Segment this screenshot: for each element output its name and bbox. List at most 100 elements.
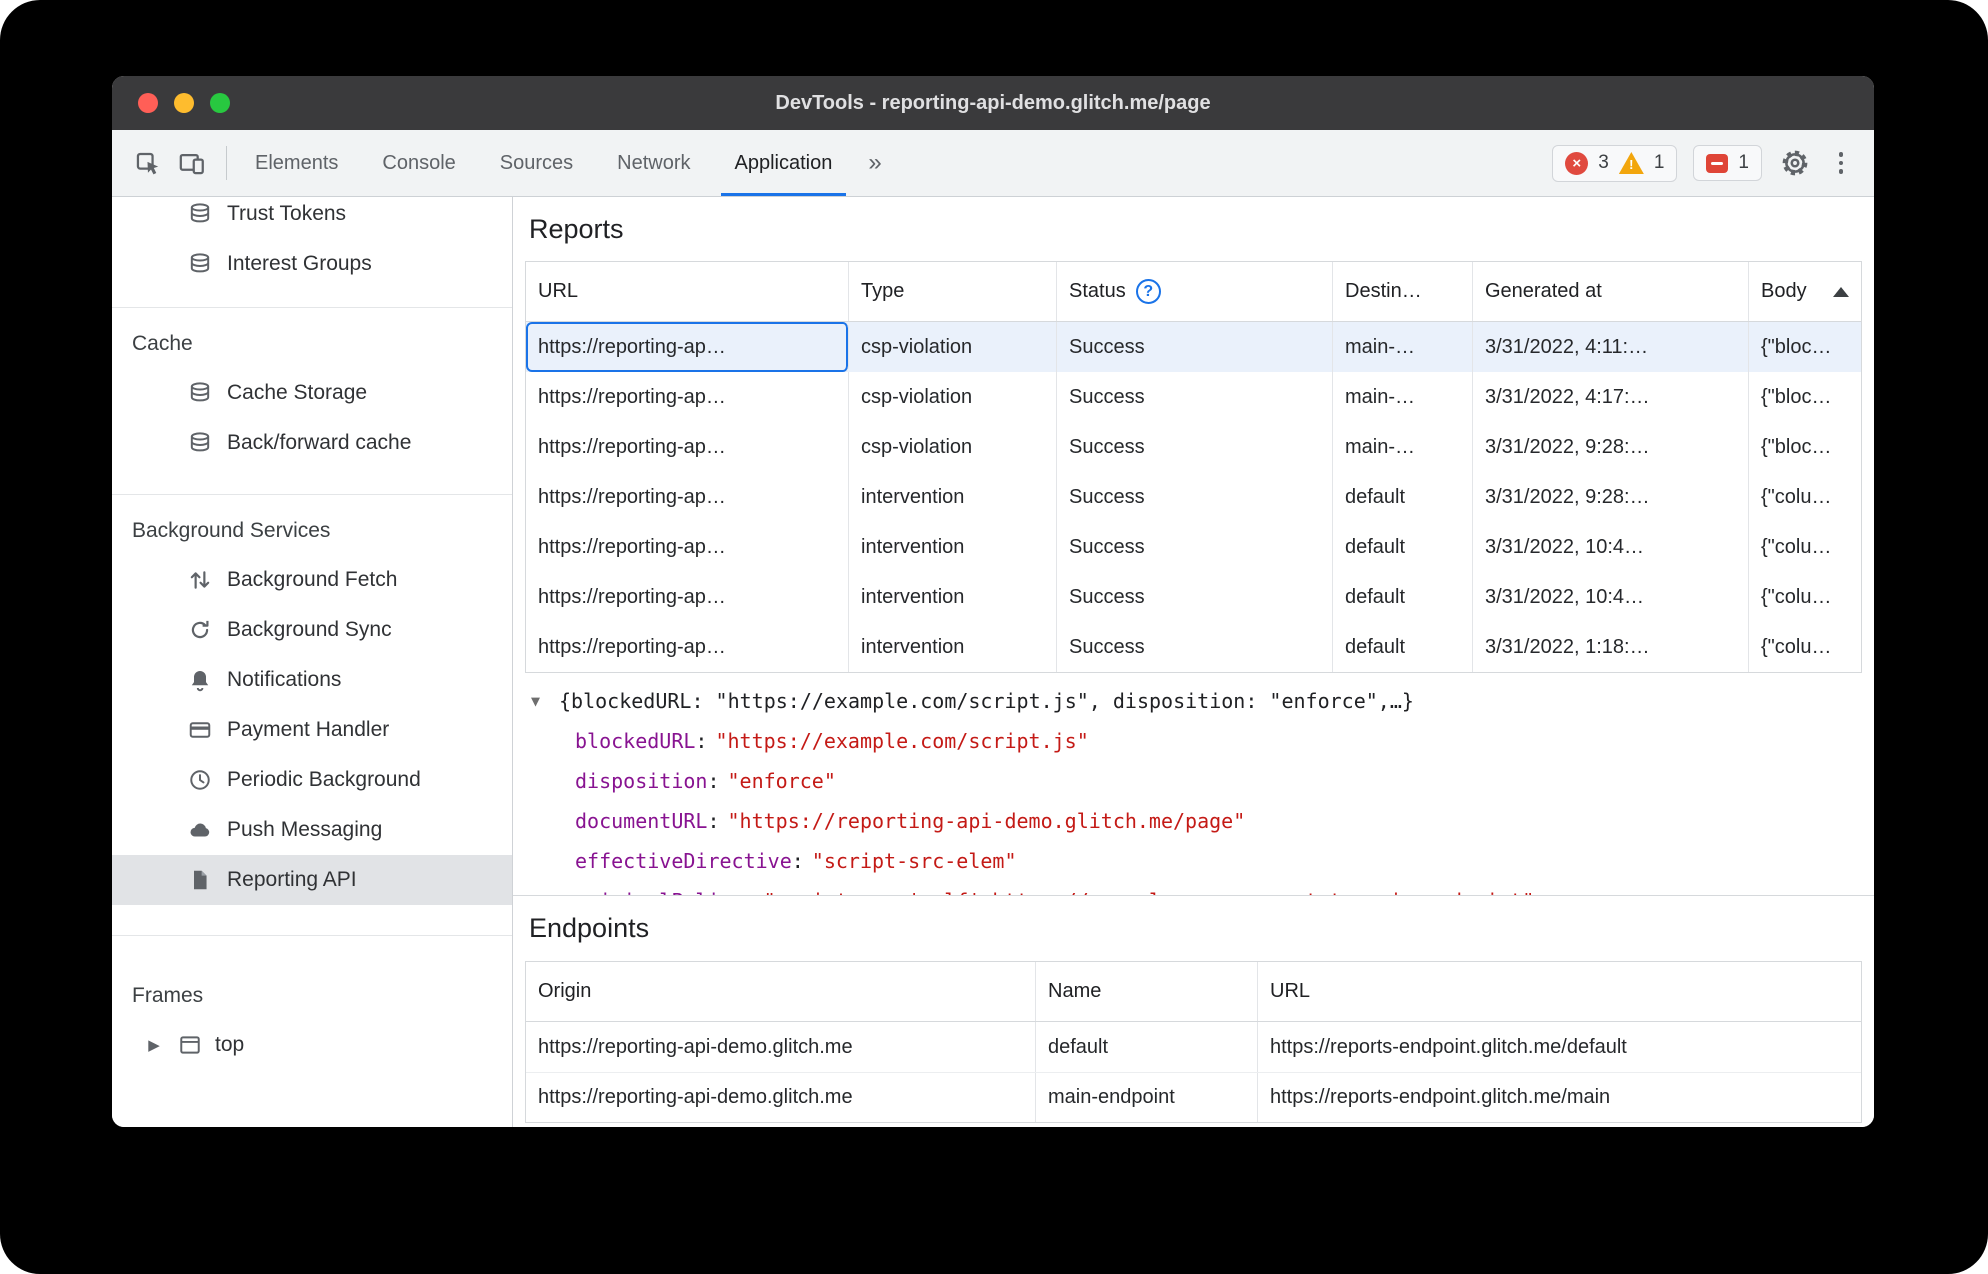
report-generated-cell[interactable]: 3/31/2022, 10:4… [1473,522,1749,572]
sidebar-item-trust-tokens[interactable]: Trust Tokens [112,197,512,239]
report-row[interactable]: https://reporting-ap… intervention Succe… [526,622,1861,672]
tab-console[interactable]: Console [360,130,477,196]
json-property-line: documentURL: "https://reporting-api-demo.… [575,809,1246,833]
report-row[interactable]: https://reporting-ap… intervention Succe… [526,472,1861,522]
sidebar-item-top-frame[interactable]: ▶ top [112,1020,512,1070]
reports-table-header: URL Type Status ? Destin… Generated at B… [526,262,1861,322]
close-window-button[interactable] [138,93,158,113]
report-destination-cell[interactable]: default [1333,622,1473,672]
column-header-url[interactable]: URL [526,262,849,321]
report-body-preview: ▼ {blockedURL: "https://example.com/scri… [513,673,1874,895]
report-destination-cell[interactable]: main-… [1333,422,1473,472]
sidebar-item-background-sync[interactable]: Background Sync [112,605,512,655]
report-url-cell[interactable]: https://reporting-ap… [526,622,849,672]
zoom-window-button[interactable] [210,93,230,113]
sidebar-item-payment-handler[interactable]: Payment Handler [112,705,512,755]
sidebar-item-notifications[interactable]: Notifications [112,655,512,705]
report-type-cell[interactable]: intervention [849,572,1057,622]
report-destination-cell[interactable]: main-… [1333,372,1473,422]
column-header-type[interactable]: Type [849,262,1057,321]
report-body-cell[interactable]: {"colu… [1749,472,1861,522]
sidebar-item-interest-groups[interactable]: Interest Groups [112,239,512,289]
disclosure-collapsed-icon[interactable]: ▶ [144,1036,164,1054]
status-help-icon[interactable]: ? [1135,279,1161,304]
report-status-cell[interactable]: Success [1057,572,1333,622]
report-type-cell[interactable]: csp-violation [849,372,1057,422]
column-header-status[interactable]: Status ? [1057,262,1333,321]
column-header-origin[interactable]: Origin [526,962,1036,1021]
settings-gear-icon[interactable] [1778,146,1812,180]
sidebar-item-cache-storage[interactable]: Cache Storage [112,368,512,418]
database-icon [186,251,213,278]
report-body-cell[interactable]: {"colu… [1749,522,1861,572]
report-body-cell[interactable]: {"bloc… [1749,422,1861,472]
column-header-name[interactable]: Name [1036,962,1258,1021]
column-header-endpoint-url[interactable]: URL [1258,962,1861,1021]
tab-network[interactable]: Network [595,130,712,196]
sidebar-item-background-fetch[interactable]: Background Fetch [112,555,512,605]
report-body-cell[interactable]: {"colu… [1749,622,1861,672]
report-url-cell[interactable]: https://reporting-ap… [526,422,849,472]
tab-application[interactable]: Application [713,130,855,196]
report-url-cell[interactable]: https://reporting-ap… [526,372,849,422]
report-body-cell[interactable]: {"bloc… [1749,322,1861,372]
report-type-cell[interactable]: csp-violation [849,322,1057,372]
report-url-cell[interactable]: https://reporting-ap… [526,472,849,522]
sidebar-item-push-messaging[interactable]: Push Messaging [112,805,512,855]
report-destination-cell[interactable]: main-… [1333,322,1473,372]
expanded-triangle-icon[interactable]: ▼ [531,692,559,710]
column-header-generated-at[interactable]: Generated at [1473,262,1749,321]
report-type-cell[interactable]: intervention [849,472,1057,522]
report-status-cell[interactable]: Success [1057,472,1333,522]
console-status-badges[interactable]: × 3 ! 1 [1552,144,1678,182]
json-summary-line[interactable]: ▼ {blockedURL: "https://example.com/scri… [513,681,1874,721]
report-generated-cell[interactable]: 3/31/2022, 4:17:… [1473,372,1749,422]
device-toolbar-icon[interactable] [174,146,208,180]
report-generated-cell[interactable]: 3/31/2022, 10:4… [1473,572,1749,622]
more-tabs-button[interactable]: » [854,130,895,196]
report-status-cell[interactable]: Success [1057,372,1333,422]
report-url-cell[interactable]: https://reporting-ap… [526,572,849,622]
report-row[interactable]: https://reporting-ap… csp-violation Succ… [526,372,1861,422]
report-destination-cell[interactable]: default [1333,522,1473,572]
minimize-window-button[interactable] [174,93,194,113]
json-property-line: effectiveDirective: "script-src-elem" [575,849,1017,873]
report-generated-cell[interactable]: 3/31/2022, 9:28:… [1473,422,1749,472]
tab-sources[interactable]: Sources [478,130,595,196]
report-url-cell[interactable]: https://reporting-ap… [526,322,849,372]
inspect-element-icon[interactable] [130,146,164,180]
report-type-cell[interactable]: intervention [849,622,1057,672]
report-row[interactable]: https://reporting-ap… csp-violation Succ… [526,422,1861,472]
report-destination-cell[interactable]: default [1333,572,1473,622]
report-body-cell[interactable]: {"bloc… [1749,372,1861,422]
tab-elements[interactable]: Elements [233,130,360,196]
sidebar-item-back-forward-cache[interactable]: Back/forward cache [112,418,512,468]
json-property-line: disposition: "enforce" [575,769,836,793]
report-destination-cell[interactable]: default [1333,472,1473,522]
sidebar-item-reporting-api[interactable]: Reporting API [112,855,512,905]
report-generated-cell[interactable]: 3/31/2022, 1:18:… [1473,622,1749,672]
report-type-cell[interactable]: intervention [849,522,1057,572]
kebab-menu-icon[interactable] [1828,148,1854,178]
endpoints-table: Origin Name URL https://reporting-api-de… [525,961,1862,1123]
sidebar-item-periodic-background-sync[interactable]: Periodic Background [112,755,512,805]
report-status-cell[interactable]: Success [1057,522,1333,572]
column-header-body[interactable]: Body [1749,262,1861,321]
column-header-destination[interactable]: Destin… [1333,262,1473,321]
report-body-cell[interactable]: {"colu… [1749,572,1861,622]
report-row[interactable]: https://reporting-ap… intervention Succe… [526,572,1861,622]
report-url-cell[interactable]: https://reporting-ap… [526,522,849,572]
warning-icon: ! [1618,152,1644,174]
report-type-cell[interactable]: csp-violation [849,422,1057,472]
issues-badge[interactable]: 1 [1693,145,1762,181]
report-row[interactable]: https://reporting-ap… intervention Succe… [526,522,1861,572]
endpoint-row: https://reporting-api-demo.glitch.me mai… [526,1072,1861,1122]
report-status-cell[interactable]: Success [1057,422,1333,472]
report-generated-cell[interactable]: 3/31/2022, 4:11:… [1473,322,1749,372]
reports-table: URL Type Status ? Destin… Generated at B… [525,261,1862,673]
report-generated-cell[interactable]: 3/31/2022, 9:28:… [1473,472,1749,522]
toolbar-separator [226,146,227,180]
report-row[interactable]: https://reporting-ap… csp-violation Succ… [526,322,1861,372]
report-status-cell[interactable]: Success [1057,322,1333,372]
report-status-cell[interactable]: Success [1057,622,1333,672]
